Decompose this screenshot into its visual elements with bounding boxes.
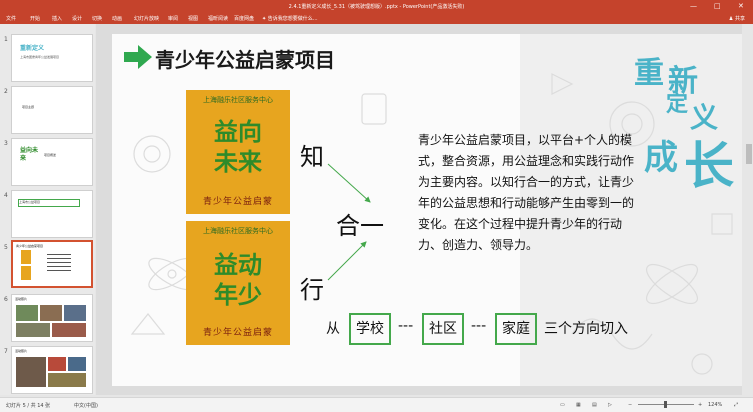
slide-thumbnail-7[interactable]: 活动照片 [11, 346, 93, 394]
zoom-out-icon[interactable]: − [628, 402, 632, 408]
text-three-directions: 三个方向切入 [544, 321, 628, 337]
reading-view-icon[interactable]: ▤ [592, 402, 597, 408]
zoom-level[interactable]: 124% [708, 402, 722, 408]
box-family: 家庭 [495, 313, 537, 345]
share-button[interactable]: ♟ 共享 [729, 15, 745, 22]
zoom-in-icon[interactable]: + [698, 402, 702, 408]
photo [68, 357, 86, 371]
box-school: 学校 [349, 313, 391, 345]
fit-to-window-icon[interactable]: ⤢ [734, 402, 738, 408]
photo [52, 323, 86, 337]
photo [16, 323, 50, 337]
thumb-title: 益向未来 [20, 147, 39, 162]
slide-thumbnail-2[interactable]: 项目主题 [11, 86, 93, 134]
text-from: 从 [326, 321, 340, 337]
vertical-scrollbar[interactable] [745, 24, 753, 395]
tab-foxit[interactable]: 福昕阅读 [208, 15, 228, 22]
photo [64, 305, 86, 321]
language-indicator[interactable]: 中文(中国) [74, 402, 98, 409]
slide-thumbnail-3[interactable]: 益向未来 项目概述 [11, 138, 93, 186]
separator: --- [471, 318, 487, 334]
thumb-title: 项目主题 [22, 105, 35, 109]
separator: --- [398, 318, 414, 334]
tell-me-box[interactable]: ✦ 告诉我您想要做什么... [262, 15, 318, 22]
tab-review[interactable]: 审阅 [168, 15, 178, 22]
photo [48, 357, 66, 371]
photo [40, 305, 62, 321]
slide-thumbnail-1[interactable]: 重新定义 上海市团委青年公益发展项目 [11, 34, 93, 82]
thumb-subtitle: 上海市团委青年公益发展项目 [20, 55, 60, 59]
maximize-button[interactable]: □ [714, 1, 721, 11]
tab-baidu[interactable]: 百度网盘 [234, 15, 254, 22]
tab-view[interactable]: 视图 [188, 15, 198, 22]
photo [16, 357, 46, 387]
minimize-button[interactable]: — [690, 1, 697, 11]
thumb-title: 活动照片 [15, 349, 28, 353]
description-paragraph: 青少年公益启蒙项目，以平台+个人的模式，整合资源，用公益理念和实践行动作为主要内… [418, 133, 635, 252]
scrollbar-thumb[interactable] [746, 144, 752, 164]
thumb-text-lines [47, 254, 71, 272]
thumb-title: 上海市公益项目 [18, 199, 80, 207]
thumbnail-pane[interactable]: 1 重新定义 上海市团委青年公益发展项目 2 项目主题 3 益向未来 项目概述 … [0, 24, 95, 395]
slide-thumbnail-6[interactable]: 活动照片 [11, 294, 93, 342]
slide-thumbnail-4[interactable]: 上海市公益项目 [11, 190, 93, 238]
slide-thumbnail-5-selected[interactable]: 青少年公益启蒙项目 [11, 240, 93, 288]
tab-animations[interactable]: 动画 [112, 15, 122, 22]
thumb-subtitle: 项目概述 [44, 153, 57, 157]
close-button[interactable]: ✕ [738, 1, 744, 11]
status-bar: 幻灯片 5 / 共 14 张 中文(中国) ▭ ▦ ▤ ▷ − + 124% ⤢ [0, 397, 753, 412]
window-title: 2.4.1重新定义成长_5.31（被驾驶理想版）.pptx - PowerPoi… [288, 4, 465, 10]
normal-view-icon[interactable]: ▭ [560, 402, 565, 408]
decor-char: 重 [634, 56, 664, 91]
slideshow-view-icon[interactable]: ▷ [608, 402, 612, 408]
thumb-title: 活动照片 [15, 297, 28, 301]
sorter-view-icon[interactable]: ▦ [576, 402, 581, 408]
title-bar: 2.4.1重新定义成长_5.31（被驾驶理想版）.pptx - PowerPoi… [0, 0, 753, 12]
tab-insert[interactable]: 插入 [52, 15, 62, 22]
thumb-title: 重新定义 [20, 45, 45, 52]
thumb-title: 青少年公益启蒙项目 [16, 244, 44, 248]
tab-design[interactable]: 设计 [72, 15, 82, 22]
ribbon-tabs: 文件 开始 插入 设计 切换 动画 幻灯片放映 审阅 视图 福昕阅读 百度网盘 … [0, 12, 753, 24]
tab-file[interactable]: 文件 [6, 15, 16, 22]
slide-5[interactable]: 青少年公益启蒙项目 上海融乐社区服务中心 益向 未来 青少年公益启蒙 上海融乐社… [112, 34, 742, 386]
tab-transitions[interactable]: 切换 [92, 15, 102, 22]
decor-char: 成 [644, 138, 678, 178]
box-community: 社区 [422, 313, 464, 345]
photo [16, 305, 38, 321]
decor-char: 长 [684, 136, 734, 195]
tab-slideshow[interactable]: 幻灯片放映 [134, 15, 159, 22]
share-label: 共享 [734, 16, 745, 22]
decor-char: 定 [666, 91, 689, 117]
zoom-slider-thumb[interactable] [664, 401, 667, 408]
photo [48, 373, 86, 387]
thumb-logo [21, 250, 31, 264]
thumb-logo [21, 266, 31, 280]
tell-me-text: 告诉我您想要做什么... [267, 16, 318, 22]
tab-home[interactable]: 开始 [30, 15, 40, 22]
slide-counter: 幻灯片 5 / 共 14 张 [6, 403, 51, 409]
